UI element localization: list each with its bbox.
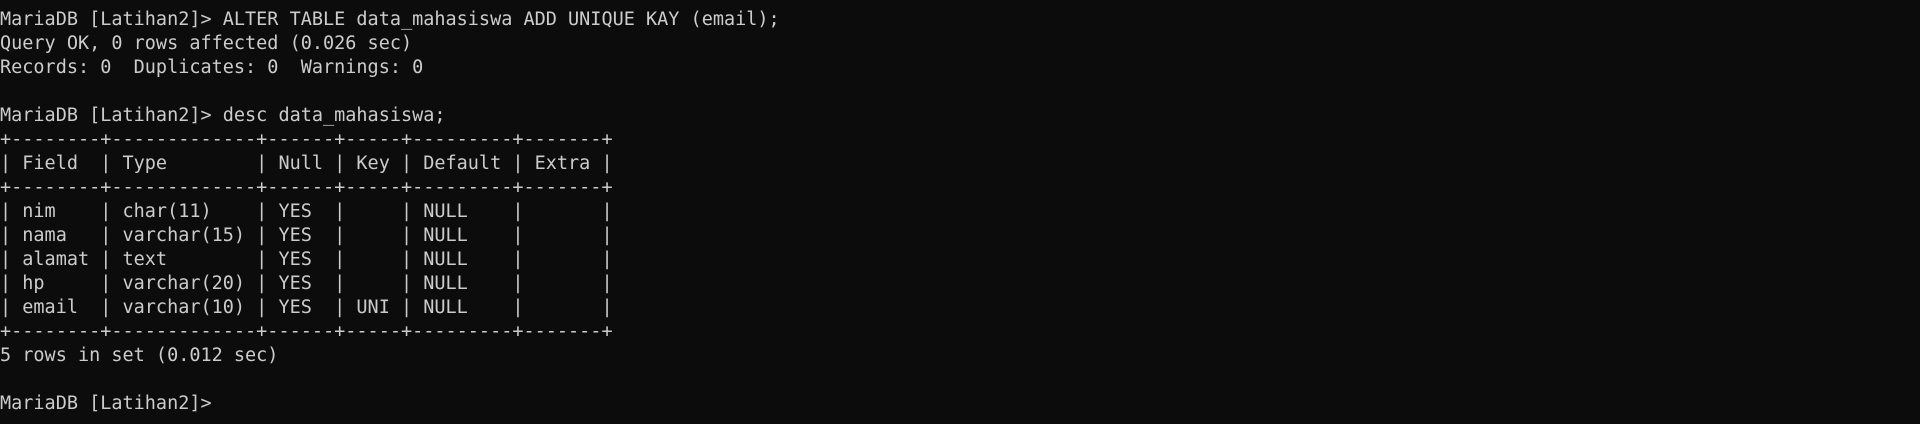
table-row: | nim | char(11) | YES | | NULL | |	[0, 201, 613, 222]
terminal-line-desc-command: MariaDB [Latihan2]> desc data_mahasiswa;	[0, 105, 446, 126]
table-row: | hp | varchar(20) | YES | | NULL | |	[0, 273, 613, 294]
terminal-line-query-ok: Query OK, 0 rows affected (0.026 sec)	[0, 33, 413, 54]
table-border-header: +--------+-------------+------+-----+---…	[0, 177, 613, 198]
table-row: | email | varchar(10) | YES | UNI | NULL…	[0, 297, 613, 318]
terminal-line-rows-in-set: 5 rows in set (0.012 sec)	[0, 345, 279, 366]
terminal-line-records: Records: 0 Duplicates: 0 Warnings: 0	[0, 57, 424, 78]
terminal-prompt[interactable]: MariaDB [Latihan2]>	[0, 392, 1920, 416]
table-row: | nama | varchar(15) | YES | | NULL | |	[0, 225, 613, 246]
table-border-bottom: +--------+-------------+------+-----+---…	[0, 321, 613, 342]
table-header-row: | Field | Type | Null | Key | Default | …	[0, 153, 613, 174]
table-row: | alamat | text | YES | | NULL | |	[0, 249, 613, 270]
table-border-top: +--------+-------------+------+-----+---…	[0, 129, 613, 150]
terminal-window[interactable]: MariaDB [Latihan2]> ALTER TABLE data_mah…	[0, 0, 1920, 424]
terminal-line-alter-command: MariaDB [Latihan2]> ALTER TABLE data_mah…	[0, 9, 780, 30]
